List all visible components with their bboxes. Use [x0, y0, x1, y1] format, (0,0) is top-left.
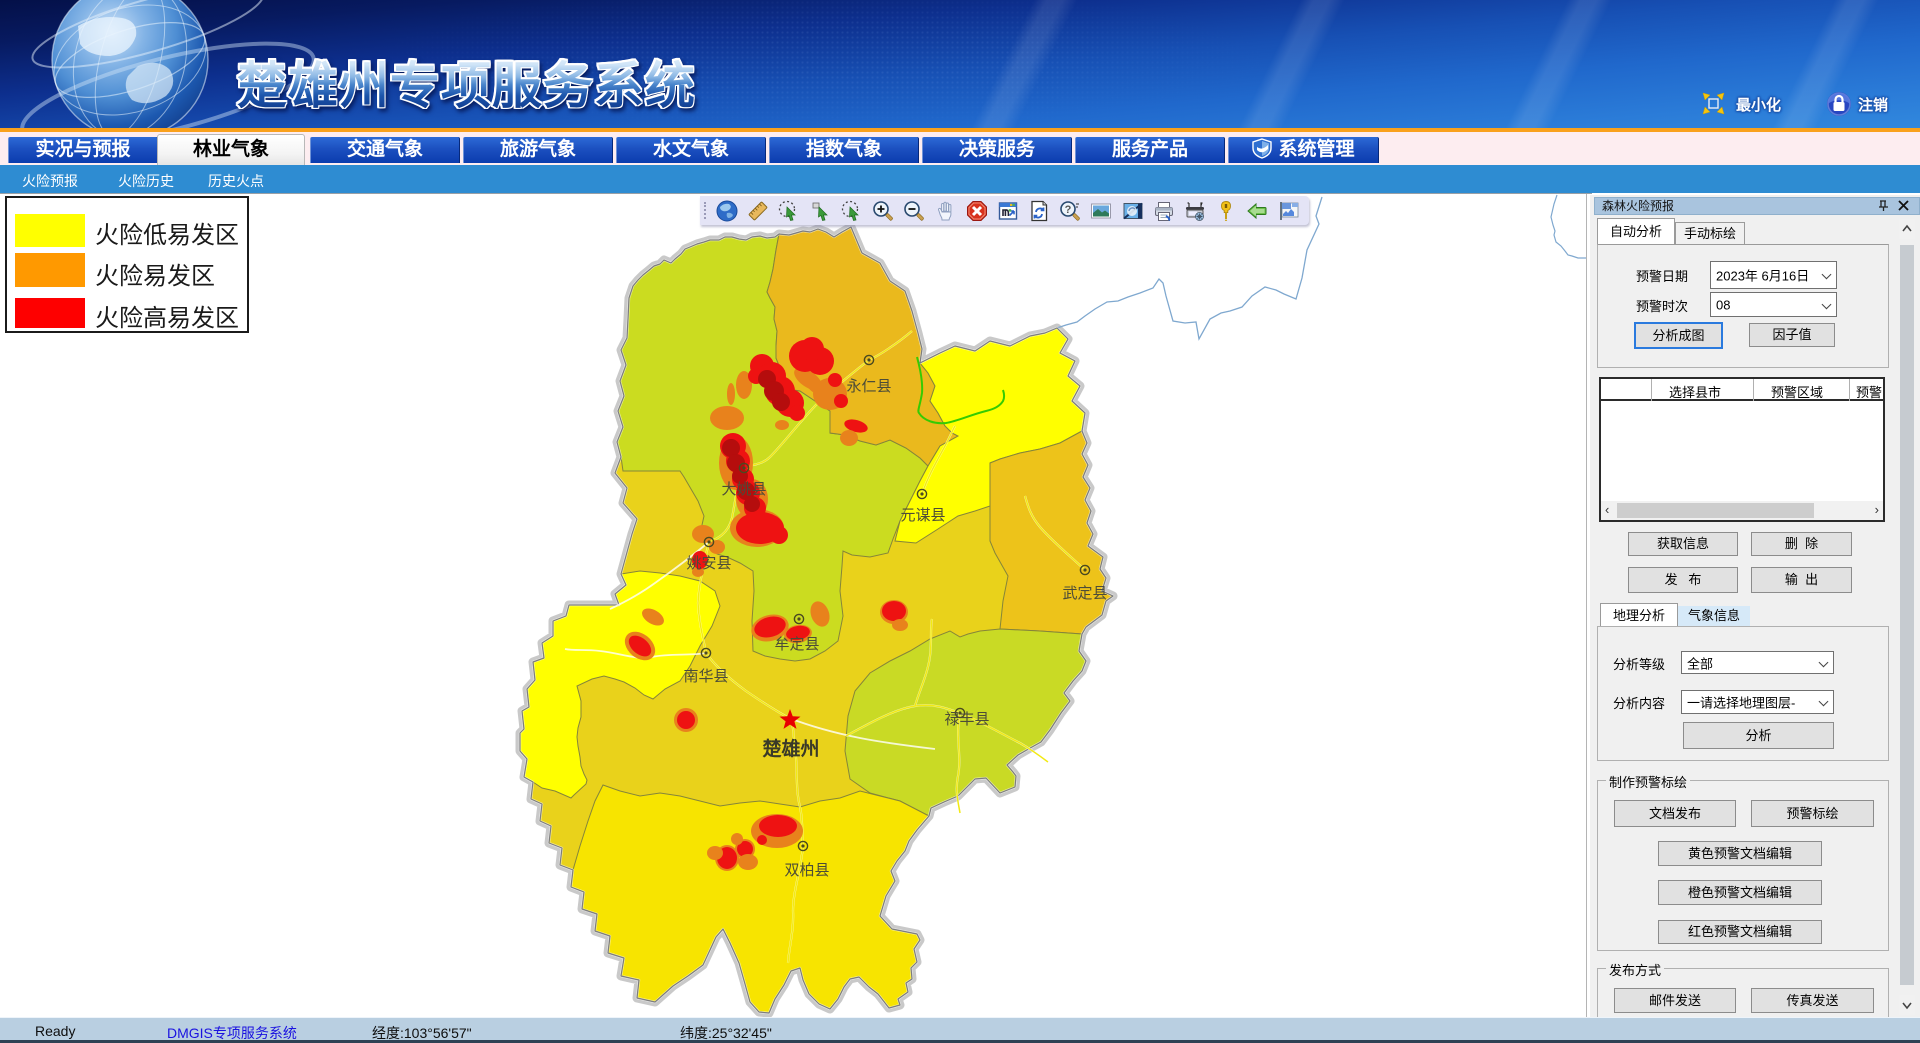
svg-text:元谋县: 元谋县	[900, 507, 945, 524]
svg-text:禄丰县: 禄丰县	[944, 711, 989, 728]
svg-text:楚雄州: 楚雄州	[762, 737, 819, 760]
svg-text:大姚县: 大姚县	[721, 481, 766, 498]
svg-text:双柏县: 双柏县	[784, 862, 829, 879]
svg-text:永仁县: 永仁县	[846, 378, 891, 395]
svg-text:南华县: 南华县	[683, 668, 728, 685]
svg-text:武定县: 武定县	[1062, 585, 1107, 602]
svg-text:姚安县: 姚安县	[686, 555, 731, 572]
svg-text:?: ?	[1065, 204, 1072, 216]
svg-text:牟定县: 牟定县	[774, 636, 819, 653]
